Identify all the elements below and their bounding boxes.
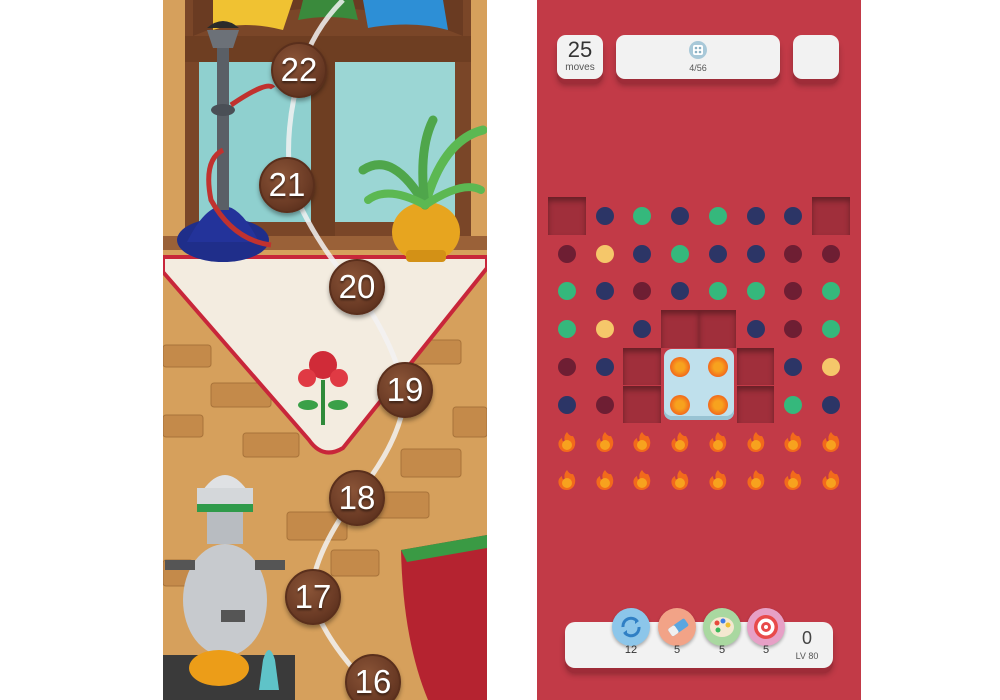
fire-dot-icon[interactable] [745, 431, 767, 453]
dot-navy[interactable] [821, 395, 840, 414]
game-board-panel: 25 moves 4/56 12 5 5 5 0 LV 80 [537, 0, 861, 700]
dot-green[interactable] [708, 282, 727, 301]
palette-icon[interactable] [703, 608, 741, 646]
dot-navy[interactable] [595, 282, 614, 301]
dot-navy[interactable] [633, 244, 652, 263]
dice-pip-fire [707, 356, 728, 377]
level-node-17[interactable]: 17 [285, 569, 341, 625]
menu-button[interactable] [793, 35, 839, 79]
dot-maroon[interactable] [784, 320, 803, 339]
dice-pip-fire [670, 394, 691, 415]
fire-dot-icon[interactable] [820, 469, 842, 491]
dot-navy[interactable] [595, 207, 614, 225]
level-label: LV 80 [795, 651, 819, 661]
dot-navy[interactable] [633, 320, 652, 339]
dot-maroon[interactable] [821, 244, 840, 263]
fire-dot-icon[interactable] [594, 431, 616, 453]
fire-dot-icon[interactable] [782, 469, 804, 491]
goal-progress: 4/56 [689, 63, 707, 73]
shuffle-count: 12 [624, 644, 638, 656]
dot-yellow[interactable] [595, 320, 614, 339]
orange-bowl [189, 650, 249, 686]
fire-dot-icon[interactable] [556, 469, 578, 491]
dot-green[interactable] [558, 320, 576, 339]
level-map: 16 17 18 19 20 21 22 [163, 0, 487, 700]
empty-cell [661, 310, 699, 348]
dot-maroon[interactable] [633, 282, 652, 301]
dot-yellow[interactable] [821, 357, 840, 376]
empty-cell [698, 310, 737, 348]
level-node-19[interactable]: 19 [377, 362, 433, 418]
dot-maroon[interactable] [558, 357, 576, 376]
dot-navy[interactable] [671, 207, 690, 225]
dot-green[interactable] [821, 320, 840, 339]
moves-counter: 25 moves [557, 35, 603, 79]
dot-maroon[interactable] [784, 282, 803, 301]
score-value: 0 [801, 628, 812, 648]
dot-navy[interactable] [784, 357, 803, 376]
fire-dot-icon[interactable] [631, 469, 653, 491]
dot-maroon[interactable] [595, 395, 614, 414]
dot-green[interactable] [821, 282, 840, 301]
level-node-18[interactable]: 18 [329, 470, 385, 526]
dot-navy[interactable] [746, 320, 765, 339]
dot-green[interactable] [558, 282, 576, 301]
fire-dot-icon[interactable] [745, 469, 767, 491]
empty-cell [736, 347, 775, 386]
dot-navy[interactable] [746, 244, 765, 263]
dot-navy[interactable] [558, 395, 576, 414]
fire-dot-icon[interactable] [556, 431, 578, 453]
fire-dot-icon[interactable] [782, 431, 804, 453]
level-node-21[interactable]: 21 [259, 157, 315, 213]
dot-green[interactable] [746, 282, 765, 301]
fire-dot-icon[interactable] [669, 431, 691, 453]
dot-green[interactable] [708, 207, 727, 225]
dot-yellow[interactable] [595, 244, 614, 263]
dot-green[interactable] [671, 244, 690, 263]
palette-count: 5 [718, 644, 726, 656]
dot-navy[interactable] [784, 207, 803, 225]
dot-green[interactable] [784, 395, 803, 414]
level-node-22[interactable]: 22 [271, 42, 327, 98]
dice-pip-fire [670, 356, 691, 377]
eraser-icon[interactable] [658, 608, 696, 646]
eraser-count: 5 [673, 644, 681, 656]
empty-cell [736, 385, 775, 424]
level-node-20[interactable]: 20 [329, 259, 385, 315]
moves-count: 25 [567, 37, 593, 62]
dot-navy[interactable] [746, 207, 765, 225]
dot-maroon[interactable] [558, 244, 576, 263]
dice-pip-fire [707, 394, 728, 415]
dot-green[interactable] [633, 207, 652, 225]
fire-dot-icon[interactable] [669, 469, 691, 491]
fire-dot-icon[interactable] [707, 469, 729, 491]
dot-navy[interactable] [708, 244, 727, 263]
empty-cell [548, 197, 586, 235]
moves-label: moves [565, 62, 595, 73]
fire-dot-icon[interactable] [594, 469, 616, 491]
empty-cell [623, 347, 662, 386]
dot-maroon[interactable] [784, 244, 803, 263]
goal-dice-icon [689, 41, 707, 59]
shuffle-icon[interactable] [612, 608, 650, 646]
fire-dot-icon[interactable] [707, 431, 729, 453]
fire-dot-icon[interactable] [820, 431, 842, 453]
empty-cell [623, 385, 662, 424]
target-icon[interactable] [747, 608, 785, 646]
dot-navy[interactable] [595, 357, 614, 376]
goal-panel: 4/56 [616, 35, 780, 79]
empty-cell [811, 197, 850, 235]
target-count: 5 [762, 644, 770, 656]
dot-navy[interactable] [671, 282, 690, 301]
fire-dot-icon[interactable] [631, 431, 653, 453]
